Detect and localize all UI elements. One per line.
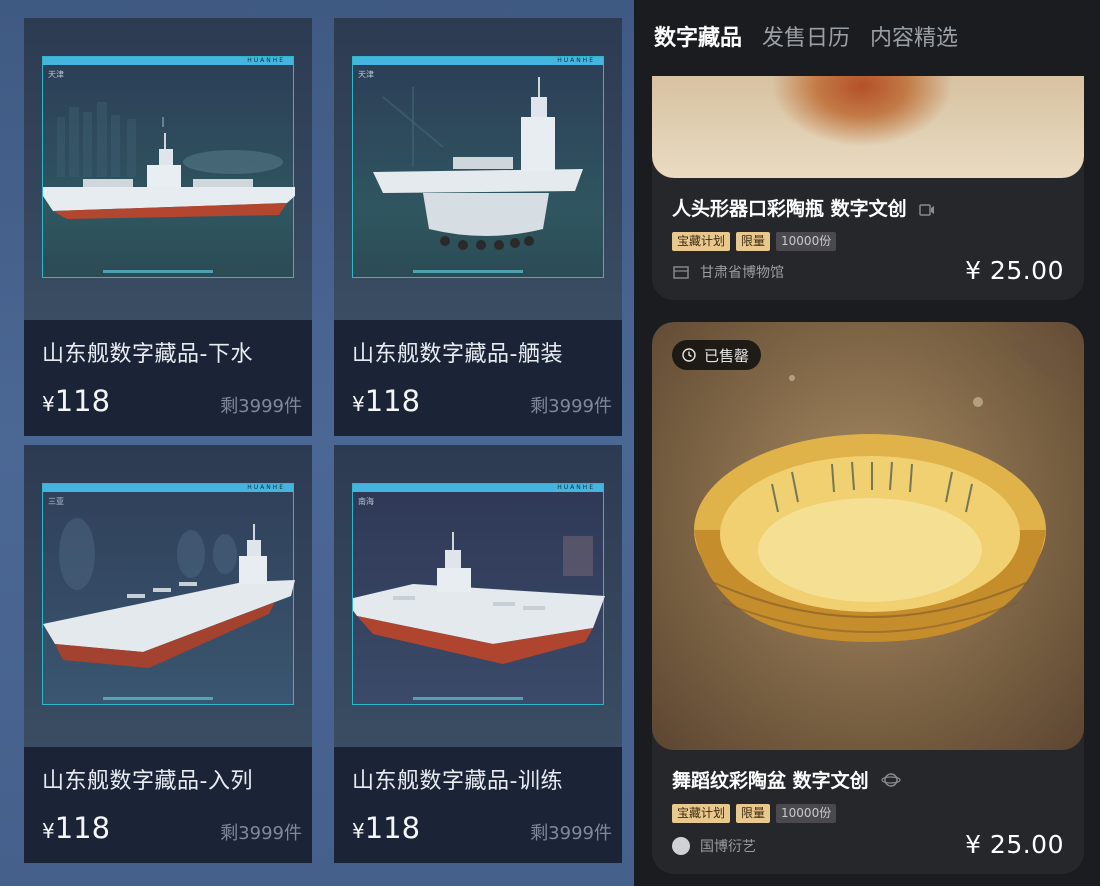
product-card-fitting-out[interactable]: HUANHE 天津 山东舰数字藏品-舾装 ¥118 剩3999件	[334, 18, 622, 436]
currency-symbol: ¥	[352, 819, 365, 843]
carrier-illustration	[373, 77, 583, 250]
sold-out-badge: 已售罄	[672, 340, 762, 370]
price-value: 118	[364, 384, 421, 418]
frame-base-line	[103, 270, 213, 273]
currency-symbol: ¥	[42, 392, 55, 416]
image-frame: HUANHE 天津	[42, 56, 295, 278]
collectible-title: 人头形器口彩陶瓶 数字文创	[672, 194, 935, 221]
collectible-card-pottery-vase[interactable]: 人头形器口彩陶瓶 数字文创 宝藏计划 限量 10000份 甘肃省博物馆 ¥ 25…	[652, 76, 1084, 300]
frame-base-line	[413, 270, 523, 273]
price-value: 118	[54, 384, 111, 418]
product-title: 山东舰数字藏品-下水	[42, 342, 253, 367]
price-value: 118	[54, 811, 111, 845]
tag-treasure-plan: 宝藏计划	[672, 804, 731, 823]
product-image: HUANHE 天津	[24, 18, 312, 320]
clock-icon	[682, 348, 696, 362]
collectible-tags: 宝藏计划 限量 10000份	[672, 804, 837, 823]
collectible-title: 舞蹈纹彩陶盆 数字文创	[672, 766, 901, 793]
image-frame: HUANHE 南海	[352, 483, 605, 705]
product-card-launch[interactable]: HUANHE 天津 山东舰数字藏品-下水 ¥118 剩3999件	[24, 18, 312, 436]
sold-out-label: 已售罄	[704, 346, 750, 365]
product-title: 山东舰数字藏品-训练	[352, 769, 563, 794]
stock-remaining: 剩3999件	[530, 396, 612, 417]
carrier-illustration	[43, 518, 295, 668]
product-price: ¥118	[42, 811, 110, 845]
ar-3d-icon	[881, 771, 901, 793]
tab-digital-collectibles[interactable]: 数字藏品	[654, 20, 742, 52]
product-card-training[interactable]: HUANHE 南海 山东舰数字藏品-训练 ¥118 剩3999件	[334, 445, 622, 863]
collectible-title-text: 舞蹈纹彩陶盆 数字文创	[672, 770, 869, 792]
collectible-publisher[interactable]: 甘肃省博物馆	[672, 262, 784, 282]
publisher-name: 甘肃省博物馆	[700, 265, 784, 281]
publisher-name: 国博衍艺	[700, 839, 756, 855]
stock-remaining: 剩3999件	[530, 823, 612, 844]
tab-release-calendar[interactable]: 发售日历	[762, 20, 850, 52]
collectible-price: ¥ 25.00	[965, 256, 1064, 285]
tag-edition-count: 10000份	[776, 232, 837, 251]
product-image: HUANHE 天津	[334, 18, 622, 320]
currency-symbol: ¥	[352, 392, 365, 416]
collectible-tags: 宝藏计划 限量 10000份	[672, 232, 837, 251]
digital-collectibles-panel: 数字藏品 发售日历 内容精选 人头形器口彩陶瓶 数字文创 宝藏计划 限量 100…	[634, 0, 1100, 886]
tag-limited: 限量	[736, 232, 771, 251]
category-tabs: 数字藏品 发售日历 内容精选	[654, 20, 958, 52]
stock-remaining: 剩3999件	[220, 823, 302, 844]
product-title: 山东舰数字藏品-入列	[42, 769, 253, 794]
collectible-image: 已售罄	[652, 322, 1084, 750]
product-card-commissioning[interactable]: HUANHE 三亚 山东舰数字藏品-入列 ¥118 剩3999件	[24, 445, 312, 863]
image-frame: HUANHE 三亚	[42, 483, 295, 705]
product-price: ¥118	[352, 384, 420, 418]
tag-treasure-plan: 宝藏计划	[672, 232, 731, 251]
tab-featured-content[interactable]: 内容精选	[870, 20, 958, 52]
product-price: ¥118	[42, 384, 110, 418]
tag-limited: 限量	[736, 804, 771, 823]
collectible-title-text: 人头形器口彩陶瓶 数字文创	[672, 198, 907, 220]
painted-pottery-basin-illustration	[694, 340, 1063, 642]
product-price: ¥118	[352, 811, 420, 845]
stock-remaining: 剩3999件	[220, 396, 302, 417]
currency-symbol: ¥	[42, 819, 55, 843]
collectible-publisher[interactable]: 国博衍艺	[672, 836, 756, 856]
price-value: 118	[364, 811, 421, 845]
collectible-card-dance-basin[interactable]: 已售罄 舞蹈纹彩陶盆 数字文创 宝藏计划 限量 10000份 国博衍艺 ¥ 25…	[652, 322, 1084, 874]
frame-base-line	[103, 697, 213, 700]
collectible-price: ¥ 25.00	[965, 830, 1064, 859]
product-image: HUANHE 南海	[334, 445, 622, 747]
product-image: HUANHE 三亚	[24, 445, 312, 747]
image-frame: HUANHE 天津	[352, 56, 604, 278]
carrier-illustration	[353, 532, 605, 664]
collectible-image	[652, 76, 1084, 178]
publisher-avatar	[672, 837, 690, 855]
video-icon	[919, 199, 935, 221]
frame-base-line	[413, 697, 523, 700]
carrier-illustration	[43, 102, 295, 219]
product-title: 山东舰数字藏品-舾装	[352, 342, 563, 367]
museum-logo-icon	[673, 266, 689, 279]
tag-edition-count: 10000份	[776, 804, 837, 823]
ship-collectibles-panel: HUANHE 天津 山东舰数字藏品-下水 ¥118 剩3999件 HUANHE …	[0, 0, 634, 886]
